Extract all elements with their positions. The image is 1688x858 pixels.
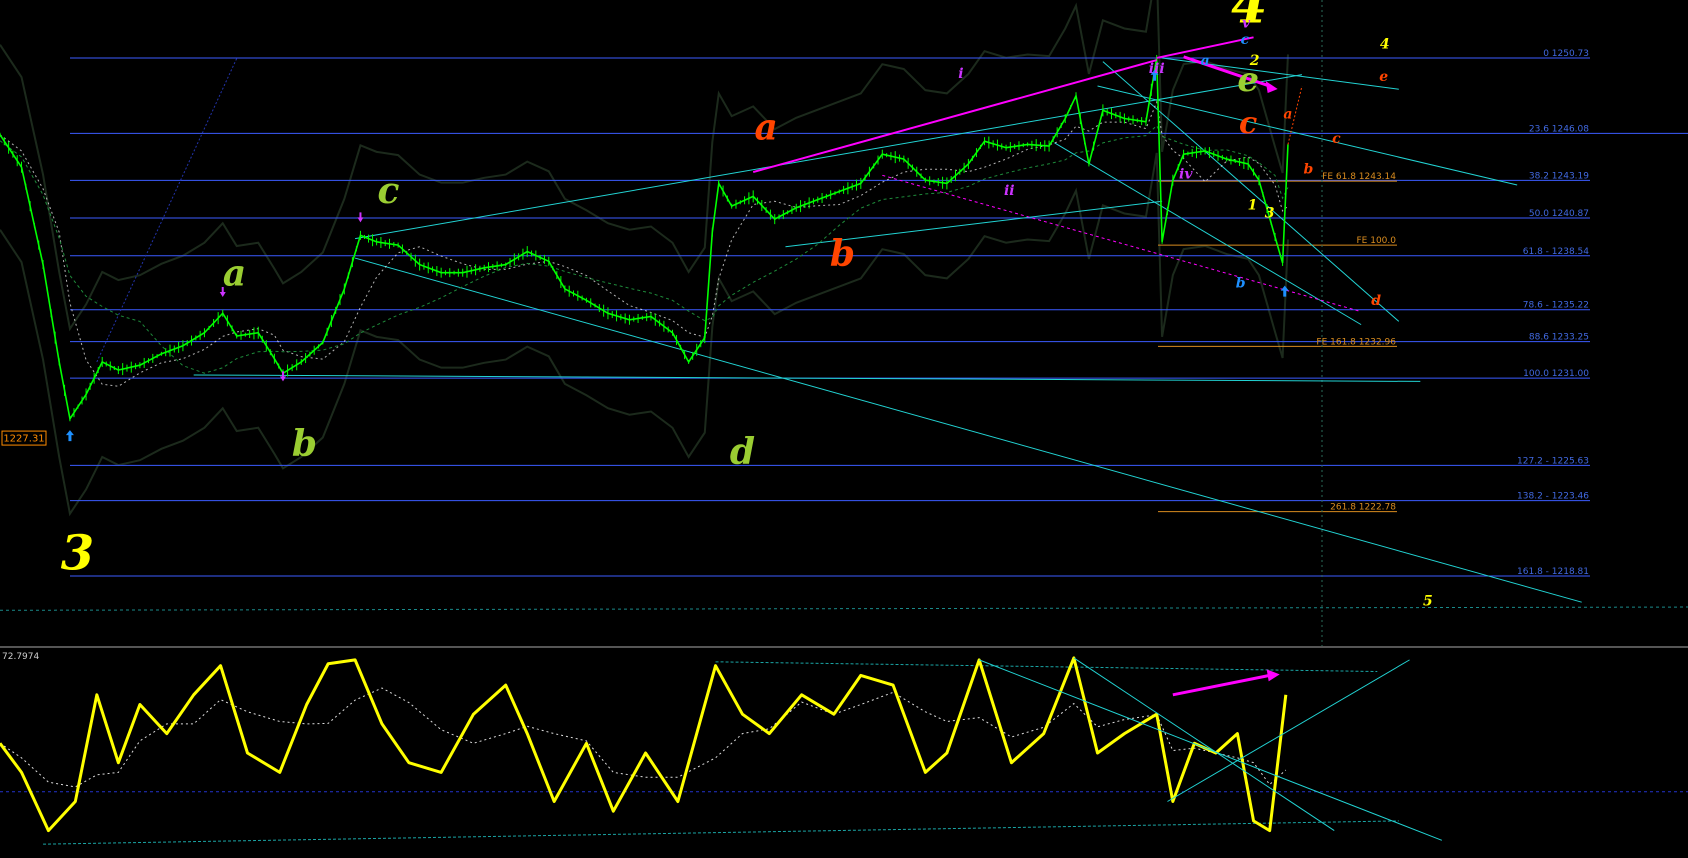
wave-labels: 3abcdab4ecvcabiiiiiiiv12345abcde bbox=[0, 0, 1688, 648]
fib-label: 23.6 1246.08 bbox=[1529, 124, 1589, 134]
wave-label: 3 bbox=[61, 526, 94, 582]
osc-upper-band bbox=[715, 661, 1378, 673]
wave-label: 3 bbox=[1265, 205, 1275, 221]
wave-label: a bbox=[1283, 106, 1292, 122]
wave-label: 4 bbox=[1380, 37, 1390, 53]
wave-label: b bbox=[1236, 275, 1246, 291]
wave-label: e bbox=[1379, 69, 1388, 85]
osc-trendline-2 bbox=[1073, 657, 1335, 832]
fibonacci-levels: 0 1250.73 23.6 1246.08 38.2 1243.19 50.0 12… bbox=[70, 49, 1688, 577]
wave-label: b bbox=[830, 233, 855, 275]
projection-arrow-head bbox=[1265, 81, 1278, 94]
pivot-arrow-icon bbox=[65, 430, 74, 442]
wave-label: b bbox=[292, 423, 317, 465]
fib-label: 88.6 1233.25 bbox=[1529, 333, 1589, 343]
wave-label: d bbox=[730, 431, 755, 473]
fib-label: 100.0 1231.00 bbox=[1523, 369, 1589, 379]
fib-label: 161.8 - 1218.81 bbox=[1517, 567, 1589, 577]
wave-label: iv bbox=[1179, 167, 1193, 183]
wave-label: iii bbox=[1149, 61, 1165, 77]
envelope-lower bbox=[0, 152, 1289, 517]
fe-label: FE 61.8 1243.14 bbox=[1322, 172, 1396, 182]
pivot-arrow-icon bbox=[357, 212, 364, 223]
fib-label: 50.0 1240.87 bbox=[1529, 209, 1589, 219]
wave-label: ii bbox=[1004, 183, 1015, 199]
wave-path-dotted bbox=[882, 174, 1362, 313]
wave-label: i bbox=[958, 66, 963, 82]
fibonacci-extension-levels: FE 61.8 1243.14 FE 100.0 FE 161.8 1232.96 2… bbox=[1, 0, 1397, 646]
fib-label: 38.2 1243.19 bbox=[1529, 171, 1589, 181]
wave-label: b bbox=[1304, 162, 1314, 178]
wave-label: v bbox=[1242, 16, 1251, 32]
background-envelope bbox=[0, 0, 1688, 611]
fe-label: FE 161.8 1232.96 bbox=[1316, 337, 1396, 347]
wave-label: c bbox=[377, 170, 399, 212]
wave-label: 1 bbox=[1248, 197, 1258, 213]
osc-arrow-shaft bbox=[1172, 673, 1270, 697]
osc-arrow-head bbox=[1266, 669, 1280, 682]
wedge-lower bbox=[1054, 142, 1362, 326]
osc-lower-band bbox=[43, 820, 1399, 845]
ma-short-dashed bbox=[0, 100, 1289, 387]
fe-label: FE 100.0 bbox=[1357, 236, 1397, 246]
fib-label: 61.8 - 1238.54 bbox=[1523, 247, 1589, 257]
fib-label: 127.2 - 1225.63 bbox=[1517, 456, 1589, 466]
envelope-upper bbox=[0, 0, 1289, 332]
fib-label: 78.6 - 1235.22 bbox=[1523, 301, 1589, 311]
wedge-upper bbox=[1102, 61, 1400, 322]
wave-label: a bbox=[1201, 53, 1210, 69]
wave-label: a bbox=[754, 107, 777, 149]
fib-label: 0 1250.73 bbox=[1543, 49, 1589, 59]
fib-label: 138.2 - 1223.46 bbox=[1517, 492, 1589, 502]
wave-label: a bbox=[223, 253, 246, 295]
wave-label: c bbox=[1239, 106, 1257, 141]
oscillator-value-label: 72.7974 bbox=[2, 652, 39, 662]
wave-label: 5 bbox=[1423, 593, 1433, 609]
wave-label: c bbox=[1241, 32, 1250, 48]
price-box-label: 1227.31 bbox=[3, 434, 44, 445]
oscillator-pane: 72.7974 bbox=[0, 652, 1688, 845]
trend-channels bbox=[0, 57, 1582, 603]
fe-label: 261.8 1222.78 bbox=[1330, 503, 1396, 513]
wave-label: d bbox=[1371, 293, 1381, 309]
oscillator-line bbox=[0, 656, 1288, 833]
wave-label: 2 bbox=[1249, 53, 1260, 69]
blue-dotted-trend bbox=[96, 58, 238, 363]
wave-path-upper bbox=[752, 59, 1157, 174]
ma-long-dotted bbox=[0, 606, 1688, 611]
wave-label: c bbox=[1332, 131, 1341, 147]
chart-canvas: 0 1250.73 23.6 1246.08 38.2 1243.19 50.0 12… bbox=[0, 0, 1688, 845]
